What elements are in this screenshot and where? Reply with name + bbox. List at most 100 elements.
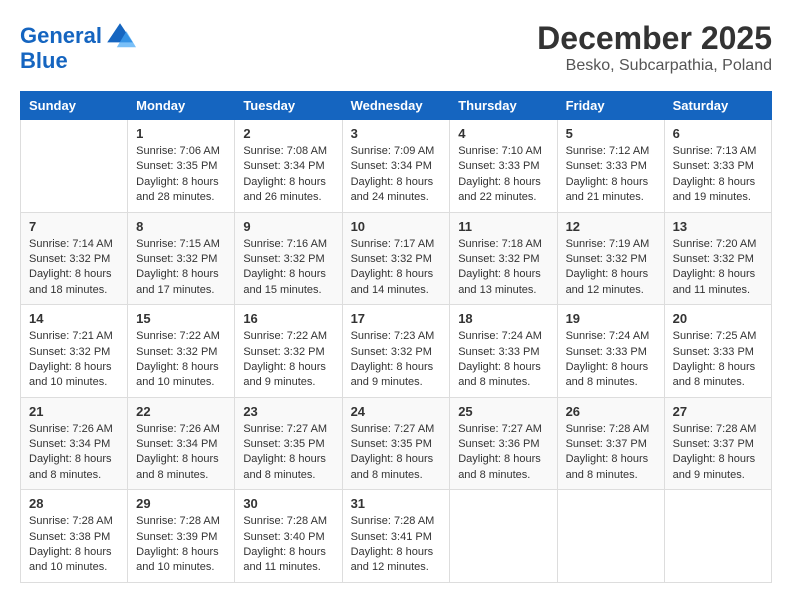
logo: General Blue: [20, 20, 136, 74]
calendar-cell: 9 Sunrise: 7:16 AMSunset: 3:32 PMDaylight…: [235, 212, 342, 305]
day-info: Sunrise: 7:27 AMSunset: 3:35 PMDaylight:…: [351, 422, 442, 484]
day-info: Sunrise: 7:26 AMSunset: 3:34 PMDaylight:…: [136, 422, 226, 484]
calendar-cell: 23Sunrise: 7:27 AMSunset: 3:35 PMDayligh…: [235, 397, 342, 490]
day-info: Sunrise: 7:24 AMSunset: 3:33 PMDaylight:…: [458, 329, 548, 391]
calendar-cell: 7 Sunrise: 7:14 AMSunset: 3:32 PMDaylight…: [21, 212, 128, 305]
calendar-week-3: 14 Sunrise: 7:21 AMSunset: 3:32 PMDayligh…: [21, 305, 772, 398]
location-title: Besko, Subcarpathia, Poland: [537, 57, 772, 75]
calendar-cell: 13 Sunrise: 7:20 AMSunset: 3:32 PMDayligh…: [664, 212, 771, 305]
day-number: 22: [136, 404, 226, 419]
day-number: 12: [566, 219, 656, 234]
day-info: Sunrise: 7:22 AMSunset: 3:32 PMDaylight:…: [243, 329, 333, 391]
day-info: Sunrise: 7:08 AMSunset: 3:34 PMDaylight:…: [243, 144, 333, 206]
calendar-week-2: 7 Sunrise: 7:14 AMSunset: 3:32 PMDaylight…: [21, 212, 772, 305]
day-number: 20: [673, 311, 763, 326]
logo-text: General: [20, 24, 102, 48]
day-number: 15: [136, 311, 226, 326]
calendar-header-monday: Monday: [128, 92, 235, 120]
day-number: 2: [243, 126, 333, 141]
calendar-cell: 26 Sunrise: 7:28 AMSunset: 3:37 PMDayligh…: [557, 397, 664, 490]
calendar-cell: 10 Sunrise: 7:17 AMSunset: 3:32 PMDayligh…: [342, 212, 450, 305]
calendar-header-saturday: Saturday: [664, 92, 771, 120]
day-info: Sunrise: 7:28 AMSunset: 3:37 PMDaylight:…: [566, 422, 656, 484]
day-info: Sunrise: 7:22 AMSunset: 3:32 PMDaylight:…: [136, 329, 226, 391]
calendar-cell: 30Sunrise: 7:28 AMSunset: 3:40 PMDayligh…: [235, 490, 342, 583]
day-number: 8: [136, 219, 226, 234]
calendar-cell: [21, 120, 128, 213]
day-number: 31: [351, 496, 442, 511]
calendar-header-tuesday: Tuesday: [235, 92, 342, 120]
calendar-cell: 2 Sunrise: 7:08 AMSunset: 3:34 PMDaylight…: [235, 120, 342, 213]
day-info: Sunrise: 7:18 AMSunset: 3:32 PMDaylight:…: [458, 237, 548, 299]
calendar-cell: 19Sunrise: 7:24 AMSunset: 3:33 PMDayligh…: [557, 305, 664, 398]
title-area: December 2025 Besko, Subcarpathia, Polan…: [537, 20, 772, 75]
day-info: Sunrise: 7:25 AMSunset: 3:33 PMDaylight:…: [673, 329, 763, 391]
calendar-cell: 8 Sunrise: 7:15 AMSunset: 3:32 PMDaylight…: [128, 212, 235, 305]
calendar-cell: 15 Sunrise: 7:22 AMSunset: 3:32 PMDayligh…: [128, 305, 235, 398]
day-number: 7: [29, 219, 119, 234]
day-info: Sunrise: 7:15 AMSunset: 3:32 PMDaylight:…: [136, 237, 226, 299]
day-number: 30: [243, 496, 333, 511]
logo-icon: [104, 20, 136, 52]
calendar-cell: 12 Sunrise: 7:19 AMSunset: 3:32 PMDayligh…: [557, 212, 664, 305]
day-number: 10: [351, 219, 442, 234]
day-number: 4: [458, 126, 548, 141]
calendar-cell: [450, 490, 557, 583]
calendar-cell: 27 Sunrise: 7:28 AMSunset: 3:37 PMDayligh…: [664, 397, 771, 490]
day-number: 6: [673, 126, 763, 141]
day-info: Sunrise: 7:14 AMSunset: 3:32 PMDaylight:…: [29, 237, 119, 299]
day-number: 14: [29, 311, 119, 326]
day-number: 26: [566, 404, 656, 419]
day-info: Sunrise: 7:21 AMSunset: 3:32 PMDaylight:…: [29, 329, 119, 391]
calendar-cell: 28Sunrise: 7:28 AMSunset: 3:38 PMDayligh…: [21, 490, 128, 583]
day-number: 25: [458, 404, 548, 419]
day-number: 24: [351, 404, 442, 419]
day-info: Sunrise: 7:20 AMSunset: 3:32 PMDaylight:…: [673, 237, 763, 299]
day-number: 11: [458, 219, 548, 234]
day-number: 19: [566, 311, 656, 326]
calendar-header-sunday: Sunday: [21, 92, 128, 120]
day-info: Sunrise: 7:13 AMSunset: 3:33 PMDaylight:…: [673, 144, 763, 206]
calendar-header-thursday: Thursday: [450, 92, 557, 120]
calendar-header-friday: Friday: [557, 92, 664, 120]
calendar-header-wednesday: Wednesday: [342, 92, 450, 120]
calendar-cell: 31 Sunrise: 7:28 AMSunset: 3:41 PMDayligh…: [342, 490, 450, 583]
day-number: 9: [243, 219, 333, 234]
calendar-cell: 16 Sunrise: 7:22 AMSunset: 3:32 PMDayligh…: [235, 305, 342, 398]
calendar-cell: [557, 490, 664, 583]
day-info: Sunrise: 7:27 AMSunset: 3:35 PMDaylight:…: [243, 422, 333, 484]
day-info: Sunrise: 7:10 AMSunset: 3:33 PMDaylight:…: [458, 144, 548, 206]
day-number: 27: [673, 404, 763, 419]
day-info: Sunrise: 7:28 AMSunset: 3:37 PMDaylight:…: [673, 422, 763, 484]
day-info: Sunrise: 7:28 AMSunset: 3:39 PMDaylight:…: [136, 514, 226, 576]
day-number: 29: [136, 496, 226, 511]
month-title: December 2025: [537, 20, 772, 57]
day-number: 17: [351, 311, 442, 326]
day-number: 16: [243, 311, 333, 326]
day-info: Sunrise: 7:28 AMSunset: 3:41 PMDaylight:…: [351, 514, 442, 576]
day-number: 28: [29, 496, 119, 511]
day-info: Sunrise: 7:26 AMSunset: 3:34 PMDaylight:…: [29, 422, 119, 484]
day-number: 3: [351, 126, 442, 141]
calendar-cell: 20 Sunrise: 7:25 AMSunset: 3:33 PMDayligh…: [664, 305, 771, 398]
day-info: Sunrise: 7:17 AMSunset: 3:32 PMDaylight:…: [351, 237, 442, 299]
day-info: Sunrise: 7:06 AMSunset: 3:35 PMDaylight:…: [136, 144, 226, 206]
calendar-cell: 21Sunrise: 7:26 AMSunset: 3:34 PMDayligh…: [21, 397, 128, 490]
calendar-cell: 3Sunrise: 7:09 AMSunset: 3:34 PMDaylight…: [342, 120, 450, 213]
day-number: 18: [458, 311, 548, 326]
calendar-week-1: 1Sunrise: 7:06 AMSunset: 3:35 PMDaylight…: [21, 120, 772, 213]
day-number: 5: [566, 126, 656, 141]
calendar-cell: 11 Sunrise: 7:18 AMSunset: 3:32 PMDayligh…: [450, 212, 557, 305]
day-info: Sunrise: 7:12 AMSunset: 3:33 PMDaylight:…: [566, 144, 656, 206]
calendar-cell: 18 Sunrise: 7:24 AMSunset: 3:33 PMDayligh…: [450, 305, 557, 398]
day-info: Sunrise: 7:19 AMSunset: 3:32 PMDaylight:…: [566, 237, 656, 299]
day-info: Sunrise: 7:27 AMSunset: 3:36 PMDaylight:…: [458, 422, 548, 484]
calendar-cell: 25 Sunrise: 7:27 AMSunset: 3:36 PMDayligh…: [450, 397, 557, 490]
calendar-cell: 14 Sunrise: 7:21 AMSunset: 3:32 PMDayligh…: [21, 305, 128, 398]
calendar-cell: [664, 490, 771, 583]
calendar-week-4: 21Sunrise: 7:26 AMSunset: 3:34 PMDayligh…: [21, 397, 772, 490]
day-info: Sunrise: 7:16 AMSunset: 3:32 PMDaylight:…: [243, 237, 333, 299]
calendar-cell: 17Sunrise: 7:23 AMSunset: 3:32 PMDayligh…: [342, 305, 450, 398]
day-number: 13: [673, 219, 763, 234]
calendar-header-row: SundayMondayTuesdayWednesdayThursdayFrid…: [21, 92, 772, 120]
